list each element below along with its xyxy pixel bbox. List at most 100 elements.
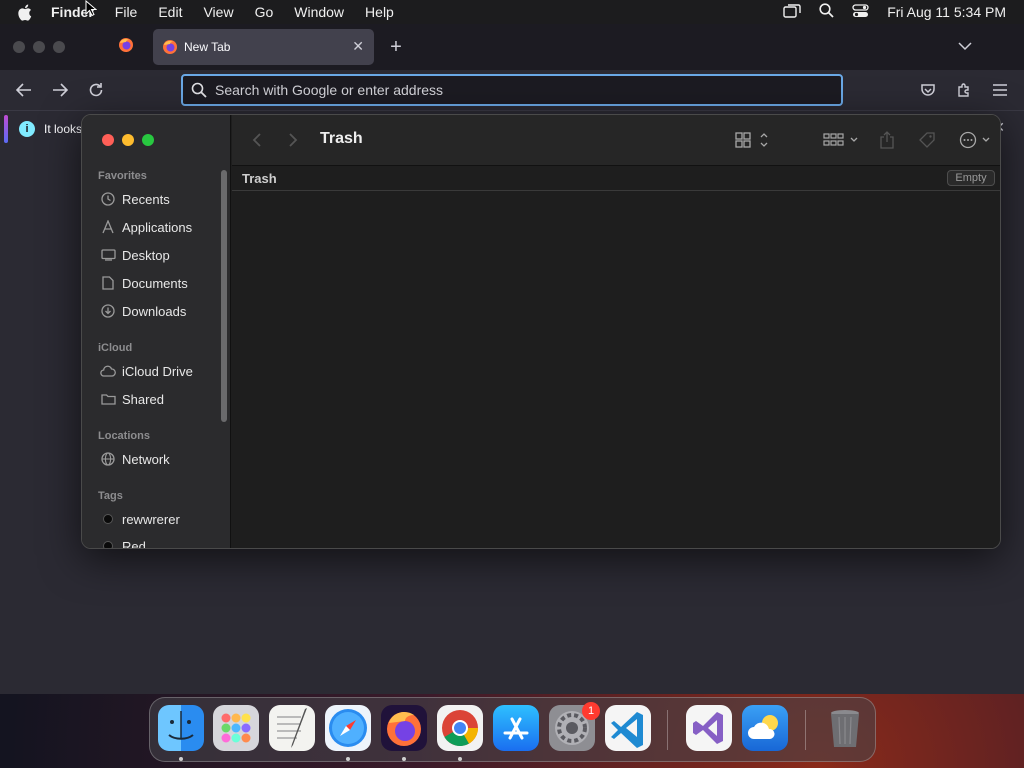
tab-strip: New Tab ✕ + [0,24,1024,70]
running-indicator [179,757,183,761]
address-input[interactable] [215,82,815,98]
sidebar-item-label: Downloads [122,303,187,319]
desktop-icon [100,247,116,263]
menu-view[interactable]: View [203,4,233,20]
menu-edit[interactable]: Edit [158,4,182,20]
back-arrow-icon[interactable] [14,80,34,100]
group-by-icon[interactable] [823,129,861,151]
back-chevron-icon[interactable] [252,129,262,151]
list-all-tabs-chevron-icon[interactable] [958,38,972,56]
firefox-icon [118,37,134,58]
dock-separator [805,710,806,750]
finder-icon[interactable] [158,705,204,751]
pinned-tab-firefox[interactable] [112,35,140,59]
forward-arrow-icon[interactable] [50,80,70,100]
finder-toolbar: Trash [232,115,1000,166]
finder-content: Trash Trash Empty [232,115,1000,548]
sidebar-item-label: rewwrerer [122,511,180,527]
view-mode-grid-icon[interactable] [735,129,769,151]
finder-sidebar: Favorites Recents Applications Desktop D… [82,115,231,549]
share-icon[interactable] [879,129,895,151]
finder-close-button[interactable] [102,134,114,146]
visual-studio-icon[interactable] [686,705,732,751]
menu-window[interactable]: Window [294,4,344,20]
sidebar-item-documents[interactable]: Documents [100,272,188,294]
finder-zoom-button[interactable] [142,134,154,146]
sidebar-item-label: iCloud Drive [122,363,193,379]
cloud-icon [100,363,116,379]
trash-icon[interactable] [822,705,868,751]
tab-new-tab[interactable]: New Tab ✕ [153,29,374,65]
sidebar-item-label: Red [122,538,146,549]
tab-title: New Tab [184,40,231,54]
control-center-icon[interactable] [852,3,869,21]
sidebar-item-tag-red[interactable]: Red [100,535,146,549]
navigation-toolbar [0,70,1024,110]
notification-badge: 1 [582,702,600,720]
browser-minimize-button[interactable] [33,41,45,53]
launchpad-icon[interactable] [213,705,259,751]
shared-folder-icon [100,391,116,407]
sidebar-heading-locations: Locations [98,430,150,442]
menubar-clock[interactable]: Fri Aug 11 5:34 PM [887,4,1006,20]
sidebar-item-desktop[interactable]: Desktop [100,244,170,266]
extensions-puzzle-icon[interactable] [954,80,974,100]
download-icon [100,303,116,319]
search-icon [191,82,207,98]
apple-menu-icon[interactable] [17,4,35,21]
dock: 1 [149,697,876,762]
sidebar-item-network[interactable]: Network [100,448,170,470]
browser-close-button[interactable] [13,41,25,53]
sidebar-item-recents[interactable]: Recents [100,188,170,210]
menu-file[interactable]: File [115,4,138,20]
sidebar-item-label: Documents [122,275,188,291]
sidebar-scrollbar[interactable] [221,170,227,422]
vscode-icon[interactable] [605,705,651,751]
firefox-dock-icon[interactable] [381,705,427,751]
running-indicator [346,757,350,761]
globe-icon [100,451,116,467]
tab-close-icon[interactable]: ✕ [352,38,364,55]
finder-window-controls [102,134,154,146]
sidebar-item-tag-rewwrerer[interactable]: rewwrerer [100,508,180,530]
sidebar-item-label: Shared [122,391,164,407]
empty-trash-button[interactable]: Empty [947,170,995,186]
new-tab-button[interactable]: + [386,36,406,59]
sidebar-item-label: Network [122,451,170,467]
app-store-icon[interactable] [493,705,539,751]
hamburger-menu-icon[interactable] [990,80,1010,100]
window-title: Trash [320,130,363,147]
sidebar-item-shared[interactable]: Shared [100,388,164,410]
menu-bar: Finder File Edit View Go Window Help Fri… [0,0,1024,24]
safari-icon[interactable] [325,705,371,751]
sidebar-item-applications[interactable]: Applications [100,216,192,238]
sidebar-item-icloud-drive[interactable]: iCloud Drive [100,360,193,382]
pocket-icon[interactable] [918,80,938,100]
tag-color-dot [100,538,116,548]
chrome-icon[interactable] [437,705,483,751]
info-icon: i [19,121,35,137]
sidebar-item-label: Recents [122,191,170,207]
more-actions-icon[interactable] [959,129,993,151]
notification-accent [4,115,8,143]
reload-icon[interactable] [86,80,106,100]
sidebar-item-label: Desktop [122,247,170,263]
tag-icon[interactable] [918,129,936,151]
firefox-icon [162,39,178,55]
weather-icon[interactable] [742,705,788,751]
browser-window-controls [13,41,65,53]
finder-window: Favorites Recents Applications Desktop D… [81,114,1001,549]
sidebar-heading-favorites: Favorites [98,170,147,182]
url-bar[interactable] [181,74,843,106]
textedit-icon[interactable] [269,705,315,751]
mouse-pointer-icon [85,0,98,21]
sidebar-item-downloads[interactable]: Downloads [100,300,186,322]
menu-help[interactable]: Help [365,4,394,20]
browser-zoom-button[interactable] [53,41,65,53]
spotlight-search-icon[interactable] [819,3,834,21]
finder-minimize-button[interactable] [122,134,134,146]
screen-mirroring-icon[interactable] [783,3,801,21]
forward-chevron-icon[interactable] [288,129,298,151]
menu-go[interactable]: Go [255,4,274,20]
applications-icon [100,219,116,235]
